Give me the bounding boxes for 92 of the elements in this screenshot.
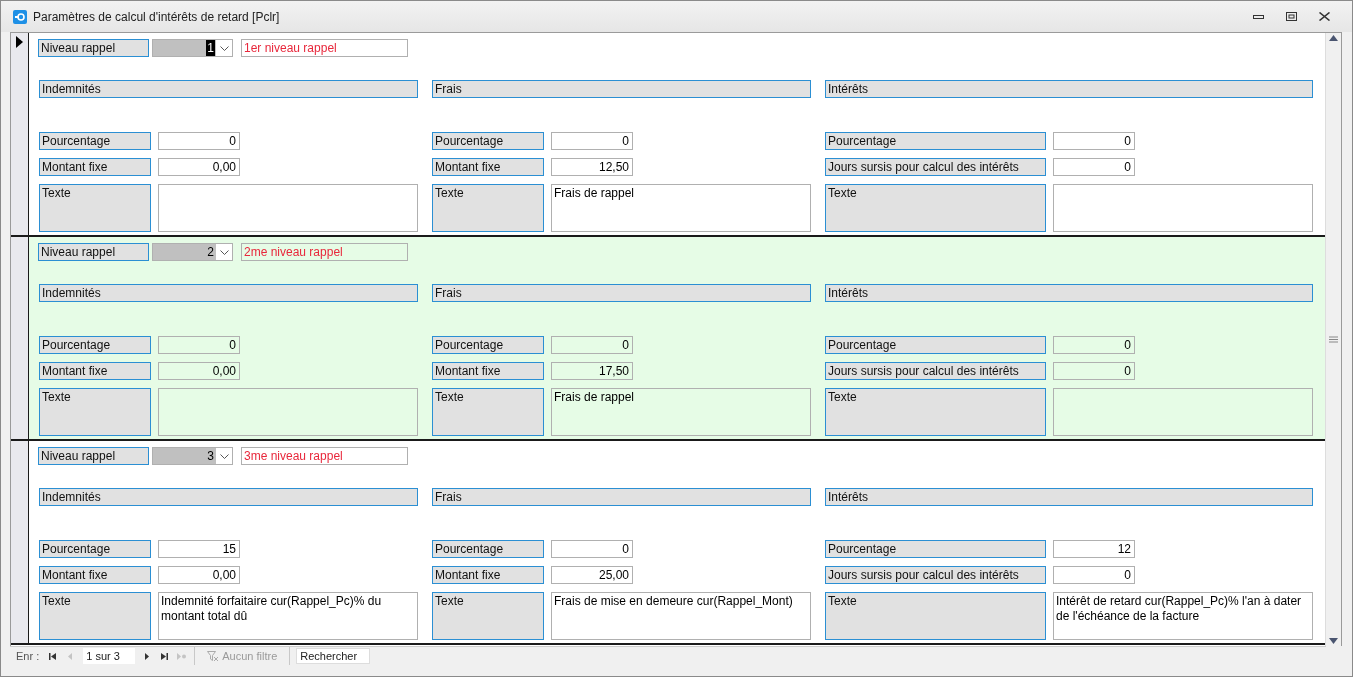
text-area[interactable]: Frais de rappel: [551, 184, 811, 232]
scroll-down-icon[interactable]: [1329, 638, 1338, 644]
field-label: Texte: [39, 184, 151, 232]
new-record-icon: [177, 651, 187, 661]
chevron-down-icon: [219, 453, 229, 459]
number-field[interactable]: 0: [551, 336, 633, 354]
app-icon: [13, 9, 27, 24]
field-label: Montant fixe: [432, 566, 544, 584]
field-label: Montant fixe: [432, 362, 544, 380]
search-field[interactable]: Rechercher: [296, 648, 371, 664]
level-dropdown[interactable]: 2: [152, 243, 233, 261]
field-label: Texte: [432, 388, 544, 436]
number-field[interactable]: 12: [1053, 540, 1135, 558]
chevron-down-icon: [219, 249, 229, 255]
level-description-field[interactable]: 2me niveau rappel: [241, 243, 408, 261]
number-field[interactable]: 0: [158, 336, 240, 354]
last-record-icon: [160, 651, 170, 661]
field-label: Jours sursis pour calcul des intérêts: [825, 158, 1046, 176]
field-label: Jours sursis pour calcul des intérêts: [825, 566, 1046, 584]
section-header: Intérêts: [825, 80, 1313, 98]
scroll-grip-icon[interactable]: [1329, 336, 1338, 343]
field-label: Niveau rappel: [38, 39, 149, 57]
level-description-field[interactable]: 1er niveau rappel: [241, 39, 408, 57]
field-label: Niveau rappel: [38, 243, 149, 261]
field-label: Texte: [825, 592, 1046, 640]
number-field[interactable]: 0: [1053, 566, 1135, 584]
scroll-up-icon[interactable]: [1329, 35, 1338, 41]
text-area[interactable]: Frais de rappel: [551, 388, 811, 436]
number-field[interactable]: 0,00: [158, 362, 240, 380]
number-field[interactable]: 0: [551, 132, 633, 150]
field-label: Texte: [825, 184, 1046, 232]
text-area[interactable]: Intérêt de retard cur(Rappel_Pc)% l'an à dater de l'échéance de la facture: [1053, 592, 1313, 640]
first-record-icon: [49, 651, 59, 661]
section-header: Indemnités: [39, 284, 418, 302]
field-label: Pourcentage: [432, 540, 544, 558]
number-field[interactable]: 12,50: [551, 158, 633, 176]
field-label: Pourcentage: [432, 132, 544, 150]
text-area[interactable]: Frais de mise en demeure cur(Rappel_Mont): [551, 592, 811, 640]
number-field[interactable]: 0,00: [158, 566, 240, 584]
section-header: Frais: [432, 80, 811, 98]
minimize-button[interactable]: [1253, 12, 1264, 21]
number-field[interactable]: 0: [1053, 336, 1135, 354]
number-field[interactable]: 0,00: [158, 158, 240, 176]
restore-icon: [1286, 12, 1297, 21]
level-dropdown[interactable]: 1: [152, 39, 233, 57]
section-header: Frais: [432, 284, 811, 302]
field-label: Texte: [39, 592, 151, 640]
minimize-icon: [1253, 12, 1264, 21]
field-label: Pourcentage: [39, 132, 151, 150]
number-field[interactable]: 0: [551, 540, 633, 558]
section-header: Intérêts: [825, 284, 1313, 302]
chevron-down-icon: [219, 45, 229, 51]
field-label: Pourcentage: [39, 336, 151, 354]
field-label: Montant fixe: [432, 158, 544, 176]
field-label: Pourcentage: [825, 540, 1046, 558]
field-label: Montant fixe: [39, 566, 151, 584]
field-label: Texte: [432, 592, 544, 640]
number-field[interactable]: 0: [1053, 362, 1135, 380]
field-label: Pourcentage: [825, 336, 1046, 354]
field-label: Texte: [39, 388, 151, 436]
section-header: Indemnités: [39, 80, 418, 98]
window-title: Paramètres de calcul d'intérêts de retard [Pclr]: [33, 9, 280, 24]
record-label: Enr :: [15, 650, 41, 662]
number-field[interactable]: 0: [1053, 132, 1135, 150]
field-label: Jours sursis pour calcul des intérêts: [825, 362, 1046, 380]
record-selector[interactable]: [11, 441, 29, 643]
restore-button[interactable]: [1286, 12, 1297, 21]
number-field[interactable]: 15: [158, 540, 240, 558]
field-label: Pourcentage: [432, 336, 544, 354]
number-field[interactable]: 17,50: [551, 362, 633, 380]
section-header: Intérêts: [825, 488, 1313, 506]
funnel-icon: [207, 650, 220, 662]
section-header: Frais: [432, 488, 811, 506]
field-label: Pourcentage: [825, 132, 1046, 150]
record-selector[interactable]: [11, 237, 29, 439]
section-header: Indemnités: [39, 488, 418, 506]
field-label: Montant fixe: [39, 362, 151, 380]
text-area[interactable]: Indemnité forfaitaire cur(Rappel_Pc)% du montant total dû: [158, 592, 418, 640]
field-label: Niveau rappel: [38, 447, 149, 465]
level-description-field[interactable]: 3me niveau rappel: [241, 447, 408, 465]
number-field[interactable]: 0: [158, 132, 240, 150]
close-button[interactable]: [1319, 12, 1330, 21]
number-field[interactable]: 25,00: [551, 566, 633, 584]
record-position-field[interactable]: 1 sur 3: [83, 648, 136, 664]
level-dropdown[interactable]: 3: [152, 447, 233, 465]
record-selector[interactable]: [11, 33, 29, 235]
field-label: Pourcentage: [39, 540, 151, 558]
field-label: Texte: [825, 388, 1046, 436]
close-icon: [1319, 12, 1330, 21]
number-field[interactable]: 0: [1053, 158, 1135, 176]
field-label: Texte: [432, 184, 544, 232]
field-label: Montant fixe: [39, 158, 151, 176]
